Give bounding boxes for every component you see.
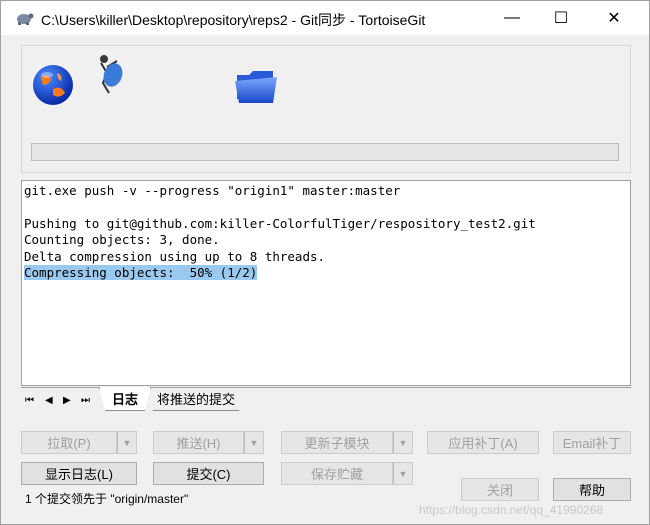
- next-tab-icon[interactable]: ▶: [63, 395, 71, 406]
- tab-log-label: 日志: [112, 392, 139, 407]
- apply-patch-button[interactable]: 应用补丁(A): [427, 431, 539, 454]
- show-log-label: 显示日志(L): [45, 467, 113, 482]
- stash-split-button[interactable]: 保存贮藏 ▼: [281, 462, 413, 485]
- log-line: Pushing to git@github.com:killer-Colorfu…: [24, 215, 536, 231]
- maximize-icon: ☐: [553, 10, 569, 27]
- watermark-text: https://blog.csdn.net/qq_41990268: [419, 503, 604, 517]
- email-patch-label: Email补丁: [562, 436, 622, 451]
- close-button[interactable]: 关闭: [461, 478, 539, 501]
- tab-commits-to-push[interactable]: 将推送的提交: [147, 387, 246, 411]
- window-title: C:\Users\killer\Desktop\repository\reps2…: [41, 12, 426, 28]
- help-button[interactable]: 帮助: [553, 478, 631, 501]
- push-button[interactable]: 推送(H): [153, 431, 244, 454]
- prev-tab-icon[interactable]: ◀: [45, 395, 53, 406]
- running-figure-icon: [100, 55, 123, 94]
- help-label: 帮助: [578, 483, 605, 498]
- title-bar: C:\Users\killer\Desktop\repository\reps2…: [1, 1, 649, 35]
- sync-animation-panel: [21, 45, 631, 173]
- maximize-button[interactable]: ☐: [538, 1, 584, 35]
- push-dropdown[interactable]: ▼: [244, 431, 264, 454]
- log-line: Counting objects: 3, done.: [24, 232, 220, 248]
- push-label: 推送(H): [176, 436, 221, 451]
- update-submodules-label: 更新子模块: [304, 436, 370, 451]
- minimize-button[interactable]: —: [489, 1, 535, 35]
- minimize-icon: —: [504, 9, 520, 26]
- sync-dialog: C:\Users\killer\Desktop\repository\reps2…: [0, 0, 650, 525]
- apply-patch-label: 应用补丁(A): [448, 436, 518, 451]
- chevron-down-icon: ▼: [398, 437, 408, 448]
- pull-dropdown[interactable]: ▼: [117, 431, 137, 454]
- folder-icon: [235, 71, 277, 103]
- close-label: 关闭: [486, 483, 513, 498]
- chevron-down-icon: ▼: [122, 437, 132, 448]
- log-line-selected: Compressing objects: 50% (1/2): [24, 264, 258, 280]
- log-line: git.exe push -v --progress "origin1" mas…: [24, 183, 401, 198]
- stash-label: 保存贮藏: [310, 467, 363, 482]
- stash-dropdown[interactable]: ▼: [393, 462, 413, 485]
- update-submodules-button[interactable]: 更新子模块: [281, 431, 393, 454]
- pull-label: 拉取(P): [47, 436, 91, 451]
- tortoisegit-icon: [17, 13, 34, 25]
- email-patch-button[interactable]: Email补丁: [553, 431, 631, 454]
- pull-split-button[interactable]: 拉取(P) ▼: [21, 431, 137, 454]
- show-log-button[interactable]: 显示日志(L): [21, 462, 137, 485]
- globe-icon: [33, 65, 73, 105]
- chevron-down-icon: ▼: [249, 437, 259, 448]
- push-split-button[interactable]: 推送(H) ▼: [153, 431, 264, 454]
- status-text: 1 个提交领先于 "origin/master": [25, 492, 189, 506]
- tab-commits-to-push-label: 将推送的提交: [157, 392, 236, 407]
- update-submodules-split-button[interactable]: 更新子模块 ▼: [281, 431, 413, 454]
- first-tab-icon[interactable]: ⏮: [25, 395, 34, 406]
- progress-bar: [31, 143, 619, 161]
- log-line: Delta compression using up to 8 threads.: [24, 248, 326, 264]
- tab-log[interactable]: 日志: [99, 387, 152, 411]
- output-log[interactable]: git.exe push -v --progress "origin1" mas…: [21, 180, 631, 386]
- chevron-down-icon: ▼: [398, 468, 408, 479]
- commit-button[interactable]: 提交(C): [153, 462, 264, 485]
- pull-button[interactable]: 拉取(P): [21, 431, 117, 454]
- last-tab-icon[interactable]: ⏭: [81, 395, 90, 406]
- tab-bar: ⏮ ◀ ▶ ⏭ 日志 将推送的提交: [21, 387, 631, 413]
- close-window-button[interactable]: ✕: [591, 1, 637, 35]
- stash-button[interactable]: 保存贮藏: [281, 462, 393, 485]
- update-submodules-dropdown[interactable]: ▼: [393, 431, 413, 454]
- close-icon: ✕: [607, 10, 621, 27]
- commit-label: 提交(C): [186, 467, 231, 482]
